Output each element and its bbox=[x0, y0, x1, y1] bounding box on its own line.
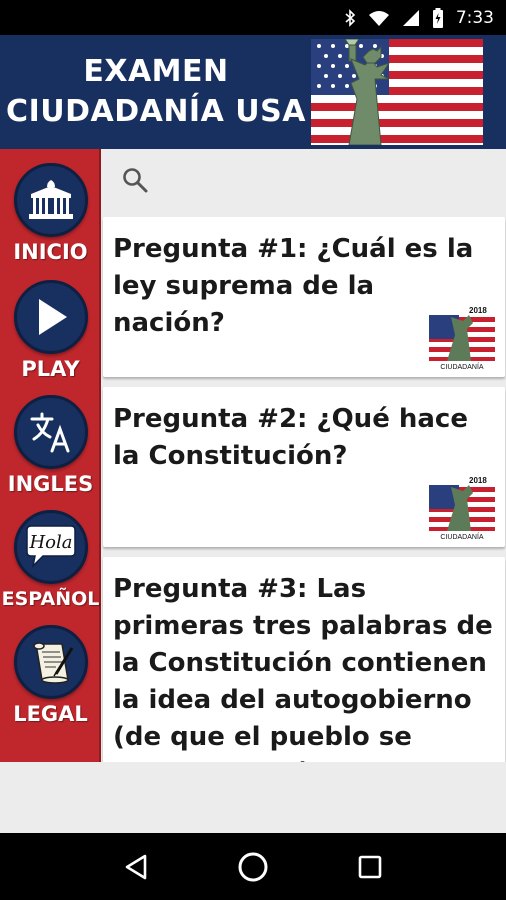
nav-label-inicio: INICIO bbox=[13, 240, 88, 264]
bluetooth-icon bbox=[344, 8, 356, 27]
document-scroll-icon bbox=[13, 625, 88, 699]
status-time: 7:33 bbox=[455, 7, 494, 28]
svg-text:Hola: Hola bbox=[28, 532, 72, 553]
translate-icon bbox=[13, 395, 88, 469]
app-header: EXAMEN CIUDADANÍA USA bbox=[0, 35, 506, 149]
nav-label-legal: LEGAL bbox=[13, 702, 88, 726]
thumb-year: 2018 bbox=[469, 306, 487, 315]
thumb-label: CIUDADANÍA bbox=[440, 362, 484, 371]
question-card-1[interactable]: Pregunta #1: ¿Cuál es la ley suprema de … bbox=[103, 217, 505, 377]
nav-label-ingles: INGLES bbox=[7, 472, 94, 496]
nav-item-ingles[interactable]: INGLES bbox=[0, 395, 101, 508]
nav-label-play: PLAY bbox=[21, 357, 80, 381]
search-input[interactable] bbox=[163, 171, 483, 193]
white-house-icon bbox=[13, 163, 88, 237]
us-flag-statue-image bbox=[311, 39, 483, 145]
ciudadania-thumbnail-image: 2018 CIUDADANÍA bbox=[429, 305, 495, 371]
nav-item-espanol[interactable]: Hola ESPAÑOL bbox=[0, 510, 101, 623]
thumb-label: CIUDADANÍA bbox=[440, 532, 484, 541]
wifi-icon bbox=[368, 9, 390, 27]
empty-space bbox=[0, 762, 506, 833]
app-title-line2: CIUDADANÍA USA bbox=[6, 94, 306, 129]
system-nav-bar bbox=[0, 833, 506, 900]
back-icon[interactable] bbox=[123, 853, 149, 881]
battery-icon bbox=[432, 7, 444, 28]
nav-label-espanol: ESPAÑOL bbox=[1, 588, 100, 610]
hola-speech-bubble-icon: Hola bbox=[13, 510, 88, 584]
nav-item-legal[interactable]: LEGAL bbox=[0, 625, 101, 738]
search-bar[interactable] bbox=[101, 149, 506, 215]
status-bar: 7:33 bbox=[0, 0, 506, 35]
question-card-3[interactable]: Pregunta #3: Las primeras tres palabras … bbox=[103, 557, 505, 762]
app-title: EXAMEN CIUDADANÍA USA bbox=[0, 52, 312, 132]
recents-icon[interactable] bbox=[357, 854, 383, 880]
search-icon[interactable] bbox=[121, 166, 149, 199]
question-text: Pregunta #3: Las primeras tres palabras … bbox=[113, 574, 493, 762]
question-card-2[interactable]: Pregunta #2: ¿Qué hace la Constitución? … bbox=[103, 387, 505, 547]
play-icon bbox=[13, 280, 88, 354]
thumb-year: 2018 bbox=[469, 476, 487, 485]
question-text: Pregunta #2: ¿Qué hace la Constitución? bbox=[113, 404, 468, 471]
nav-item-play[interactable]: PLAY bbox=[0, 280, 101, 393]
ciudadania-thumbnail-image: 2018 CIUDADANÍA bbox=[429, 475, 495, 541]
nav-item-inicio[interactable]: INICIO bbox=[0, 163, 101, 276]
signal-icon bbox=[402, 9, 420, 27]
app-title-line1: EXAMEN bbox=[83, 54, 229, 89]
question-list: Pregunta #1: ¿Cuál es la ley suprema de … bbox=[101, 149, 506, 762]
home-icon[interactable] bbox=[236, 850, 270, 884]
sidebar-nav: INICIO PLAY INGLES Hola ESPAÑOL LEGAL bbox=[0, 149, 101, 762]
